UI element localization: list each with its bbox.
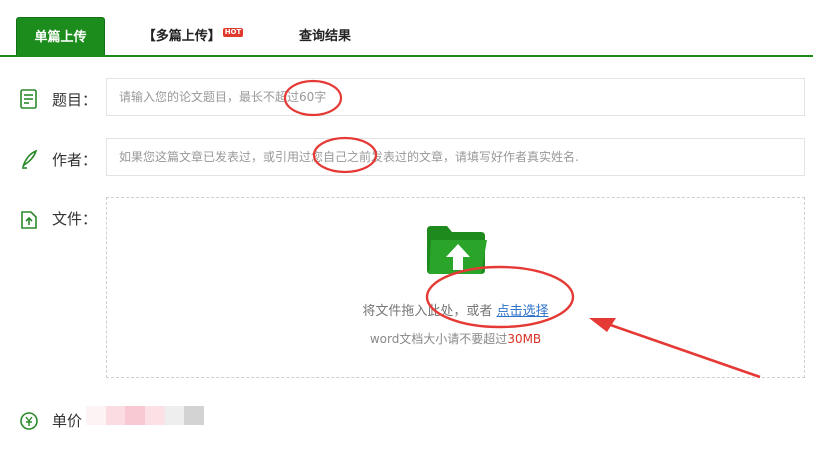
pen-icon <box>22 149 38 169</box>
file-upload-icon <box>21 211 37 229</box>
folder-upload-icon[interactable] <box>425 224 489 276</box>
file-drop-zone[interactable]: 将文件拖入此处，或者 点击选择 word文档大小请不要超过30MB <box>106 197 805 378</box>
choose-file-link[interactable]: 点击选择 <box>497 304 549 319</box>
price-value-blurred <box>86 406 205 425</box>
tab-multi-upload-label: 【多篇上传】 <box>142 29 221 44</box>
price-icon <box>20 412 38 430</box>
tab-query-result[interactable]: 查询结果 <box>289 17 361 55</box>
file-size-limit: word文档大小请不要超过30MB <box>107 330 804 347</box>
price-label: 单价 <box>52 412 83 430</box>
tab-single-upload[interactable]: 单篇上传 <box>16 17 105 55</box>
limit-prefix: word文档大小请不要超过 <box>369 332 508 346</box>
file-label: 文件： <box>52 210 98 228</box>
author-input[interactable] <box>106 138 805 176</box>
document-icon <box>20 89 37 109</box>
tab-bar: 单篇上传 【多篇上传】 HOT 查询结果 <box>0 0 813 57</box>
author-label: 作者： <box>52 151 98 169</box>
tab-underline <box>0 55 813 57</box>
title-label: 题目： <box>52 91 98 109</box>
tab-multi-upload[interactable]: 【多篇上传】 HOT <box>138 17 248 55</box>
drop-text: 将文件拖入此处，或者 <box>362 304 493 319</box>
drop-instruction: 将文件拖入此处，或者 点击选择 <box>107 300 804 319</box>
hot-badge: HOT <box>222 28 244 37</box>
limit-size: 30MB <box>507 332 542 346</box>
title-input[interactable] <box>106 78 805 116</box>
